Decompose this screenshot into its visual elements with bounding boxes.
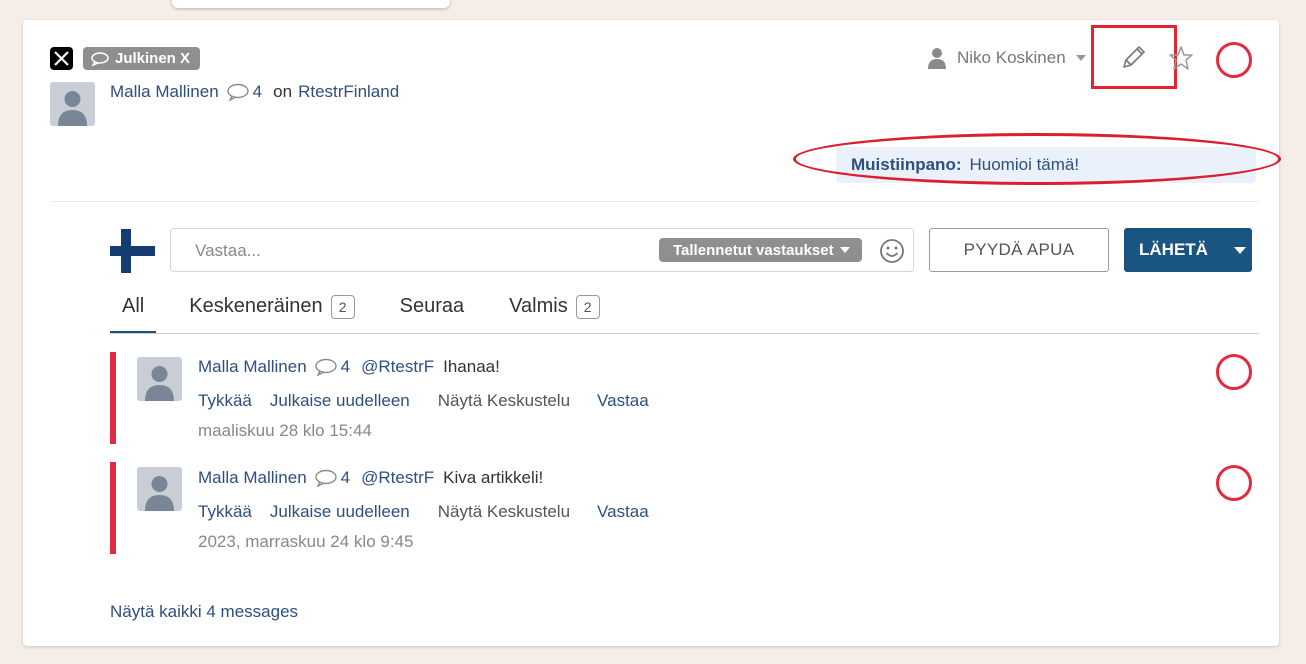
unread-indicator-bar (110, 462, 116, 554)
show-conversation-action[interactable]: Näytä Keskustelu (438, 391, 570, 411)
like-action[interactable]: Tykkää (198, 391, 252, 411)
status-circle-button[interactable] (1216, 42, 1252, 78)
on-label: on (273, 82, 293, 101)
message-timestamp: maaliskuu 28 klo 15:44 (198, 421, 372, 440)
page-link[interactable]: RtestrFinland (298, 82, 399, 102)
avatar (137, 357, 182, 401)
chat-bubble-icon (91, 51, 109, 66)
comment-count[interactable]: 4 (226, 82, 262, 102)
message-header: Malla Mallinen 4 @RtestrF Kiva artikkeli… (198, 468, 543, 488)
tabs-divider (110, 333, 1259, 334)
conversation-card: Julkinen X Malla Mallinen 4 on RtestrFin… (23, 20, 1281, 646)
message-text: Ihanaa! (443, 357, 500, 376)
unread-indicator-bar (110, 352, 116, 444)
assignee-name: Niko Koskinen (957, 48, 1066, 67)
message-handle[interactable]: @RtestrF (361, 357, 434, 377)
message-author-link[interactable]: Malla Mallinen (198, 357, 307, 377)
message-handle[interactable]: @RtestrF (361, 468, 434, 488)
message-header: Malla Mallinen 4 @RtestrF Ihanaa! (198, 357, 500, 377)
post-author-row: Malla Mallinen 4 on RtestrFinland (110, 82, 399, 102)
show-conversation-action[interactable]: Näytä Keskustelu (438, 502, 570, 522)
caret-down-icon (1075, 55, 1086, 61)
like-action[interactable]: Tykkää (198, 502, 252, 522)
tab-keskenerainen[interactable]: Keskeneräinen 2 (177, 290, 366, 334)
tab-all[interactable]: All (110, 290, 157, 334)
divider (51, 201, 1258, 202)
star-icon[interactable] (1168, 45, 1194, 76)
message-actions: Tykkää Julkaise uudelleen Näytä Keskuste… (198, 502, 667, 522)
tab-count-badge: 2 (330, 295, 355, 319)
repost-action[interactable]: Julkaise uudelleen (270, 391, 410, 411)
caret-down-icon[interactable] (1233, 246, 1246, 254)
post-author-link[interactable]: Malla Mallinen (110, 82, 219, 102)
tab-seuraa[interactable]: Seuraa (388, 290, 477, 334)
note-highlight-ellipse (793, 133, 1281, 185)
channel-badge: Julkinen X (83, 47, 201, 70)
message-actions: Tykkää Julkaise uudelleen Näytä Keskuste… (198, 391, 667, 411)
show-all-messages-link[interactable]: Näytä kaikki 4 messages (110, 602, 298, 622)
avatar (50, 82, 95, 126)
send-button[interactable]: LÄHETÄ (1124, 228, 1252, 272)
ask-help-button[interactable]: PYYDÄ APUA (929, 228, 1109, 272)
top-popover-edge (172, 0, 450, 8)
comment-icon (226, 83, 249, 101)
status-circle-button[interactable] (1216, 465, 1252, 501)
reply-action[interactable]: Vastaa (597, 502, 649, 522)
caret-down-icon (839, 247, 850, 253)
x-logo-icon (50, 47, 73, 70)
assignee-dropdown[interactable]: Niko Koskinen (927, 47, 1086, 69)
reply-action[interactable]: Vastaa (597, 391, 649, 411)
message-timestamp: 2023, marraskuu 24 klo 9:45 (198, 532, 414, 551)
channel-badge-label: Julkinen X (115, 50, 191, 67)
saved-replies-dropdown[interactable]: Tallennetut vastaukset (659, 238, 862, 262)
reply-input[interactable]: Vastaa... Tallennetut vastaukset (170, 228, 914, 272)
tab-count-badge: 2 (575, 295, 600, 319)
finland-flag-icon[interactable] (110, 229, 155, 273)
tab-valmis[interactable]: Valmis 2 (497, 290, 612, 334)
message-author-link[interactable]: Malla Mallinen (198, 468, 307, 488)
message-text: Kiva artikkeli! (443, 468, 544, 487)
repost-action[interactable]: Julkaise uudelleen (270, 502, 410, 522)
status-circle-button[interactable] (1216, 354, 1252, 390)
emoji-icon[interactable] (879, 238, 905, 269)
avatar (137, 467, 182, 511)
user-icon (928, 48, 946, 69)
pencil-icon[interactable] (1120, 45, 1146, 76)
reply-placeholder: Vastaa... (195, 241, 261, 260)
comment-icon (314, 358, 337, 376)
comment-icon (314, 469, 337, 487)
filter-tabs: All Keskeneräinen 2 Seuraa Valmis 2 (110, 290, 633, 334)
comment-count[interactable]: 4 (314, 357, 350, 377)
comment-count[interactable]: 4 (314, 468, 350, 488)
